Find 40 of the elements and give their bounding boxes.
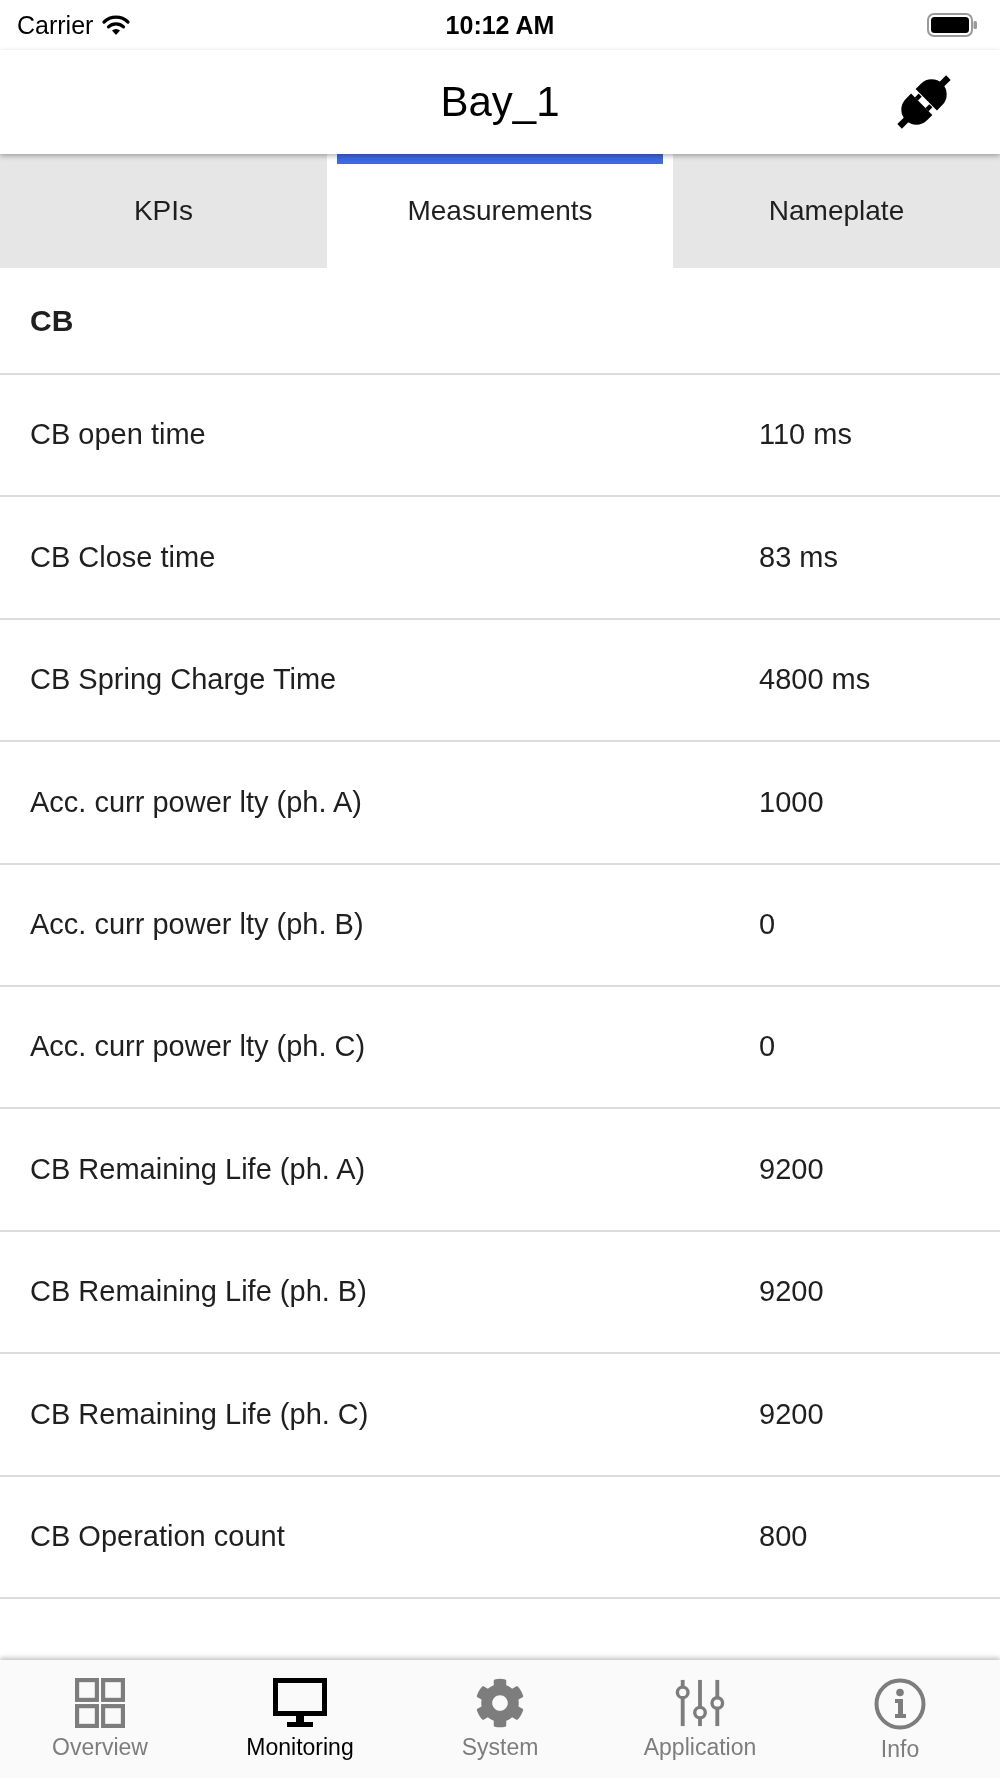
clock-time: 10:12 AM [445,12,555,38]
measurement-label: Acc. curr power lty (ph. A) [30,784,363,820]
tab-bar-item[interactable]: Info [800,1660,1000,1778]
measurement-label: CB Close time [30,539,217,575]
measurement-value: 110 ms [759,417,853,453]
monitor-icon [273,1678,327,1728]
screen-title: Bay_1 [440,81,560,123]
tab-bar-item[interactable]: Monitoring [200,1660,400,1778]
info-icon [874,1678,926,1730]
measurement-value: 83 ms [759,539,839,575]
measurement-value: 9200 [759,1151,825,1187]
measurement-value: 9200 [759,1396,825,1432]
section-title: CB [30,303,74,339]
measurement-value: 800 [759,1518,809,1554]
plug-icon [896,74,952,130]
grid-icon [75,1678,125,1728]
wifi-icon [101,14,132,36]
measurement-label: CB Operation count [30,1518,286,1554]
measurement-value: 4800 ms [759,662,872,698]
tab-bar-item[interactable]: Overview [0,1660,200,1778]
tab-bar-item[interactable]: Application [600,1660,800,1778]
measurement-label: CB Remaining Life (ph. B) [30,1274,368,1310]
tab-bar-item[interactable]: System [400,1660,600,1778]
measurement-value: 9200 [759,1274,825,1310]
measurement-label: CB Spring Charge Time [30,662,338,698]
sliders-icon [675,1678,725,1728]
measurement-label: CB Remaining Life (ph. A) [30,1151,367,1187]
battery-icon [927,13,977,37]
measurement-label: CB Remaining Life (ph. C) [30,1396,370,1432]
plug-button[interactable] [896,74,952,130]
measurement-value: 0 [759,907,777,942]
gear-icon [475,1678,525,1728]
measurement-label: Acc. curr power lty (ph. B) [30,907,365,942]
measurement-value: 0 [759,1029,777,1065]
measurement-value: 1000 [759,784,825,820]
tab[interactable]: Nameplate [673,154,1000,268]
measurement-label: Acc. curr power lty (ph. C) [30,1029,367,1065]
carrier-text: Carrier [17,12,94,38]
measurement-label: CB open time [30,417,207,453]
tab[interactable]: KPIs [0,154,327,268]
